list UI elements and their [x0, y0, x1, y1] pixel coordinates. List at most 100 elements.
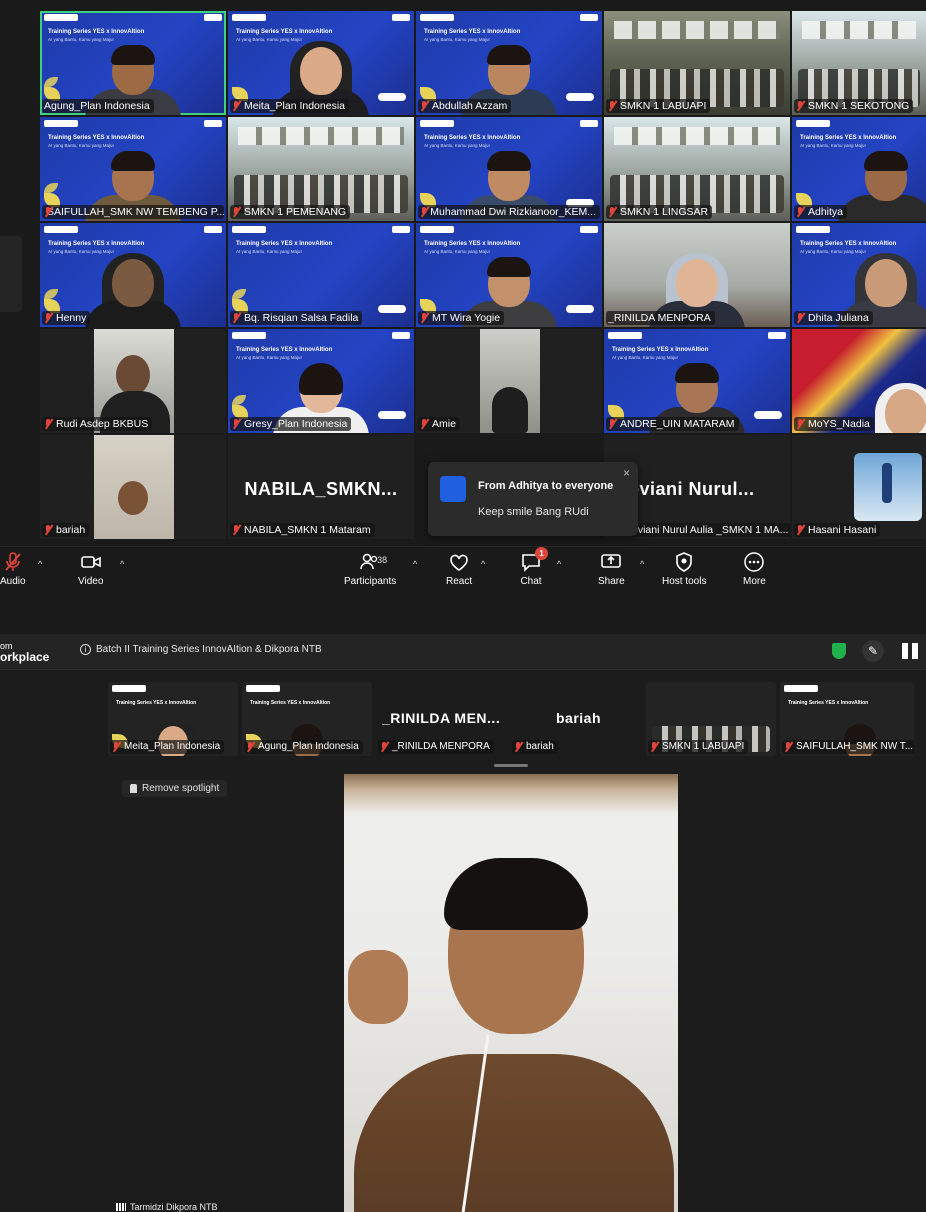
host-tools-label: Host tools — [662, 576, 707, 587]
banner-title: Training Series YES x InnovAItion — [48, 135, 145, 141]
video-tile[interactable]: Training Series YES x InnovAItion AI yan… — [416, 223, 602, 327]
encryption-shield-icon[interactable] — [832, 643, 846, 659]
audio-button[interactable]: Audio — [0, 551, 26, 587]
filmstrip-tile[interactable]: bariah bariah — [510, 682, 636, 756]
banner-logo — [232, 332, 266, 339]
participant-name: Meita_Plan Indonesia — [110, 740, 225, 754]
chevron-up-icon[interactable]: ^ — [38, 559, 42, 569]
video-tile[interactable]: bariah — [40, 435, 226, 539]
shield-icon — [673, 551, 695, 573]
mic-muted-icon — [796, 101, 805, 111]
banner-logo — [796, 226, 830, 233]
participant-name: SMKN 1 LINGSAR — [606, 205, 713, 219]
chat-notification[interactable]: From Adhitya to everyone Keep smile Bang… — [428, 462, 638, 536]
filmstrip-tile[interactable]: SMKN 1 LABUAPI — [646, 682, 776, 756]
chevron-up-icon[interactable]: ^ — [557, 559, 561, 569]
chat-message: Keep smile Bang RUdi — [478, 506, 589, 518]
share-button[interactable]: Share — [598, 551, 625, 587]
filmstrip-tile[interactable]: Training Series YES x InnovAItion SAIFUL… — [780, 682, 914, 756]
video-tile[interactable]: Training Series YES x InnovAItion AI yan… — [228, 11, 414, 115]
pin-icon — [130, 784, 137, 793]
banner-logo — [768, 332, 786, 339]
host-tools-button[interactable]: Host tools — [662, 551, 706, 587]
chevron-up-icon[interactable]: ^ — [120, 559, 124, 569]
mic-muted-icon — [232, 207, 241, 217]
remove-spotlight-label: Remove spotlight — [142, 783, 220, 794]
video-tile[interactable]: Rudi Asdep BKBUS — [40, 329, 226, 433]
video-tile[interactable]: SMKN 1 LABUAPI — [604, 11, 790, 115]
video-tile[interactable]: Training Series YES x InnovAItion AI yan… — [40, 223, 226, 327]
speaker-hair — [444, 858, 588, 930]
more-button[interactable]: More — [743, 551, 766, 587]
chevron-up-icon[interactable]: ^ — [413, 559, 417, 569]
video-tile[interactable]: Amie — [416, 329, 602, 433]
pen-icon[interactable]: ✎ — [862, 640, 884, 662]
banner-title: Training Series YES x InnovAItion — [116, 700, 197, 706]
video-tile[interactable]: Training Series YES x InnovAItion AI yan… — [792, 117, 926, 221]
filmstrip-tile[interactable]: Training Series YES x InnovAItion Agung_… — [242, 682, 372, 756]
filmstrip-drag-handle[interactable] — [494, 764, 528, 767]
participant-name: Henny — [42, 311, 91, 325]
video-tile[interactable]: Training Series YES x InnovAItion AI yan… — [416, 11, 602, 115]
video-tile[interactable]: Training Series YES x InnovAItion AI yan… — [416, 117, 602, 221]
participant-video — [85, 253, 181, 327]
video-tile[interactable]: NABILA_SMKN... NABILA_SMKN 1 Mataram — [228, 435, 414, 539]
banner-subtitle: AI yang Bantu, Kamu yang Maju! — [612, 355, 678, 360]
video-tile[interactable]: SMKN 1 PEMENANG — [228, 117, 414, 221]
classroom-windows — [614, 127, 780, 145]
mic-muted-icon — [232, 101, 241, 111]
participants-button[interactable]: 38 Participants — [344, 551, 396, 587]
banner-subtitle: AI yang Bantu, Kamu yang Maju! — [236, 355, 302, 360]
participants-label: Participants — [344, 576, 397, 587]
participant-name: Amie — [418, 417, 460, 431]
video-tile[interactable]: SMKN 1 SEKOTONG — [792, 11, 926, 115]
banner-title: Training Series YES x InnovAItion — [236, 29, 333, 35]
meeting-title[interactable]: i Batch II Training Series InnovAItion &… — [80, 644, 322, 655]
video-tile[interactable]: SMKN 1 LINGSAR — [604, 117, 790, 221]
video-tile[interactable]: Training Series YES x InnovAItion AI yan… — [792, 223, 926, 327]
participant-name: Abdullah Azzam — [418, 99, 512, 113]
participant-name: Rudi Asdep BKBUS — [42, 417, 153, 431]
chevron-up-icon[interactable]: ^ — [640, 559, 644, 569]
mic-muted-icon — [650, 742, 659, 752]
mic-muted-icon — [796, 313, 805, 323]
filmstrip-tile[interactable]: _RINILDA MEN... _RINILDA MENPORA — [376, 682, 506, 756]
video-tile[interactable]: _RINILDA MENPORA — [604, 223, 790, 327]
video-tile[interactable]: Training Series YES x InnovAItion AI yan… — [40, 11, 226, 115]
video-tile[interactable]: Training Series YES x InnovAItion AI yan… — [228, 329, 414, 433]
banner-logo — [580, 120, 598, 127]
video-tile[interactable]: MoYS_Nadia — [792, 329, 926, 433]
chat-button[interactable]: 1 Chat — [520, 547, 548, 587]
participant-name: _RINILDA MENPORA — [378, 740, 494, 754]
video-tile[interactable]: Training Series YES x InnovAItion AI yan… — [40, 117, 226, 221]
classroom-windows — [802, 21, 916, 39]
background-wall — [344, 774, 678, 814]
gallery-view: Training Series YES x InnovAItion AI yan… — [0, 0, 926, 596]
video-button[interactable]: Video — [78, 551, 103, 587]
banner-pill — [754, 411, 782, 419]
mic-muted-icon — [232, 525, 241, 535]
banner-subtitle: AI yang Bantu, Kamu yang Maju! — [800, 249, 866, 254]
video-tile[interactable]: Training Series YES x InnovAItion AI yan… — [228, 223, 414, 327]
remove-spotlight-button[interactable]: Remove spotlight — [122, 780, 228, 797]
video-tile[interactable]: Training Series YES x InnovAItion AI yan… — [604, 329, 790, 433]
video-label: Video — [78, 576, 104, 587]
view-grid-icon[interactable] — [902, 643, 918, 659]
side-panel-stub[interactable] — [0, 236, 22, 312]
react-button[interactable]: React — [446, 551, 472, 587]
leaf-decoration — [232, 289, 246, 299]
participant-count: 38 — [377, 555, 388, 565]
banner-title: Training Series YES x InnovAItion — [250, 700, 331, 706]
spotlight-video[interactable] — [344, 774, 678, 1212]
info-icon[interactable]: i — [80, 644, 91, 655]
participant-name: ANDRE_UIN MATARAM — [606, 417, 739, 431]
participant-name-placeholder: bariah — [556, 710, 602, 726]
chevron-up-icon[interactable]: ^ — [481, 559, 485, 569]
sender-avatar — [440, 476, 466, 502]
banner-logo — [112, 685, 146, 692]
video-tile[interactable]: Hasani Hasani — [792, 435, 926, 539]
spotlight-view: om orkplace i Batch II Training Series I… — [0, 634, 926, 1212]
close-icon[interactable]: × — [623, 466, 630, 480]
chat-unread-badge: 1 — [535, 547, 548, 560]
filmstrip-tile[interactable]: Training Series YES x InnovAItion Meita_… — [108, 682, 238, 756]
